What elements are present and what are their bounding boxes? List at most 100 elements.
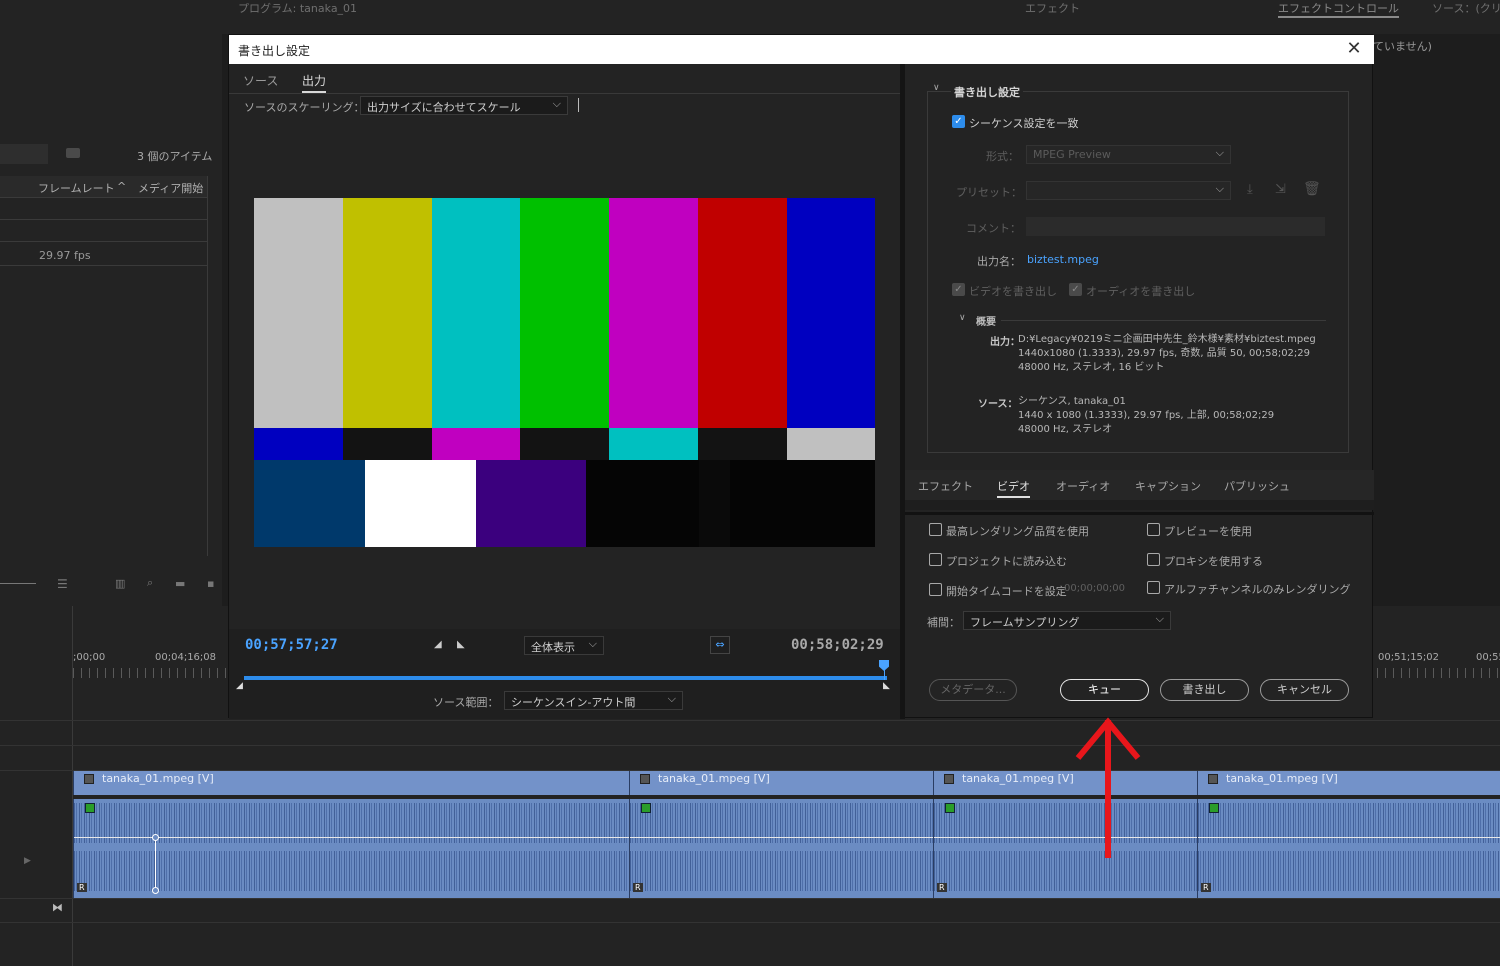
project-search-input[interactable] (0, 144, 48, 164)
start-timecode-input[interactable]: 00;00;00;00 (1064, 583, 1125, 594)
no-clip-text: ていません) (1373, 40, 1432, 53)
save-preset-icon[interactable]: ⤓ (1247, 182, 1253, 197)
queue-button[interactable]: キュー (1060, 679, 1149, 701)
tab-output[interactable]: 出力 (302, 72, 327, 93)
colorbars-top (254, 198, 875, 428)
source-range-value: シーケンスイン-アウト間 (511, 696, 636, 709)
new-item-icon[interactable]: ▪ (207, 577, 214, 590)
col-framerate[interactable]: フレームレート (38, 180, 115, 196)
keyframe[interactable] (152, 834, 159, 841)
splitter[interactable] (905, 512, 1374, 515)
bin-icon[interactable] (66, 148, 80, 158)
start-timecode-checkbox[interactable] (929, 583, 942, 596)
import-into-project-checkbox[interactable] (929, 553, 942, 566)
metadata-button[interactable]: メタデータ... (929, 679, 1017, 701)
tab-source[interactable]: ソース (243, 72, 278, 89)
col-media-start[interactable]: メディア開始 (138, 180, 203, 196)
interpolation-value: フレームサンプリング (970, 616, 1080, 629)
fx-icon (944, 774, 954, 784)
project-row[interactable] (0, 198, 207, 220)
fx-icon (84, 774, 94, 784)
effect-controls-panel-title[interactable]: エフェクトコントロール (1278, 0, 1399, 18)
max-render-quality-checkbox[interactable] (929, 523, 942, 536)
export-video-label: ビデオを書き出し (969, 285, 1057, 298)
audio-clip[interactable]: R (1197, 799, 1500, 898)
track-divider (0, 720, 1500, 721)
comment-input[interactable] (1026, 217, 1325, 236)
clip-r-marker: R (633, 883, 643, 892)
automate-icon[interactable]: ▥ (115, 577, 125, 590)
preset-label: プリセット： (956, 186, 1022, 199)
timecode-out[interactable]: 00;58;02;29 (791, 637, 884, 653)
set-out-icon[interactable]: ◣ (457, 639, 465, 650)
track-resize-icon[interactable]: ⧓ (52, 901, 63, 914)
audio-clip[interactable]: R (629, 799, 933, 898)
export-video-checkbox[interactable]: ✓ (952, 283, 965, 296)
video-clip[interactable]: tanaka_01.mpeg [V] (1197, 771, 1500, 795)
aspect-correction-icon[interactable]: ⇔ (710, 636, 730, 654)
source-range-bar[interactable] (244, 676, 887, 680)
tab-captions[interactable]: キャプション (1135, 478, 1201, 494)
tab-effects[interactable]: エフェクト (918, 478, 973, 494)
effects-panel-title[interactable]: エフェクト (1025, 0, 1080, 16)
colorbar-swatch (365, 460, 476, 547)
interpolation-dropdown[interactable]: フレームサンプリング (963, 611, 1171, 630)
audio-clip[interactable]: R (933, 799, 1197, 898)
keyframe[interactable] (152, 887, 159, 894)
volume-rubberband[interactable] (934, 837, 1197, 838)
zoom-dropdown[interactable]: 全体表示 (524, 636, 604, 655)
source-panel-title[interactable]: ソース：(クリ (1432, 0, 1500, 16)
use-proxies-checkbox[interactable] (1147, 553, 1160, 566)
tab-publish[interactable]: パブリッシュ (1224, 478, 1290, 494)
sort-up-icon[interactable]: ^ (117, 180, 126, 193)
close-icon[interactable]: ✕ (1344, 39, 1364, 59)
find-icon[interactable]: ⌕ (147, 576, 153, 590)
chevron-down-icon[interactable]: ∨ (959, 313, 966, 323)
video-clip[interactable]: tanaka_01.mpeg [V] (629, 771, 933, 795)
track-expand-icon[interactable]: ▶ (24, 856, 31, 866)
list-view-icon[interactable]: ☰ (57, 577, 68, 591)
output-name-link[interactable]: biztest.mpeg (1027, 253, 1099, 266)
colorbar-swatch (520, 428, 609, 460)
summary-line: 1440x1080 (1.3333), 29.97 fps, 奇数, 品質 50… (1018, 348, 1311, 359)
tab-video[interactable]: ビデオ (997, 478, 1030, 498)
video-clip[interactable]: tanaka_01.mpeg [V] (933, 771, 1197, 795)
cancel-button[interactable]: キャンセル (1260, 679, 1349, 701)
colorbar-swatch (476, 460, 586, 547)
in-point-handle[interactable]: ◢ (236, 681, 243, 691)
alpha-only-label: アルファチャンネルのみレンダリング (1164, 583, 1351, 596)
new-bin-icon[interactable]: ▬ (175, 577, 185, 590)
export-settings-dialog: 書き出し設定 ✕ ソース 出力 ソースのスケーリング： 出力サイズに合わせてスケ… (228, 34, 1374, 719)
volume-rubberband[interactable] (630, 837, 933, 838)
volume-rubberband[interactable] (1198, 837, 1500, 838)
trash-icon[interactable]: 🗑 (1303, 181, 1321, 197)
zoom-slider[interactable] (0, 583, 36, 584)
summary-line: 48000 Hz, ステレオ (1018, 424, 1113, 435)
summary-line: D:¥Legacy¥0219ミニ企画田中先生_鈴木様¥素材¥biztest.mp… (1018, 334, 1316, 345)
pane-splitter[interactable] (900, 64, 905, 719)
divider (229, 93, 900, 94)
preset-dropdown[interactable] (1026, 181, 1231, 200)
colorbars-middle (254, 428, 875, 460)
summary-line: 48000 Hz, ステレオ, 16 ビット (1018, 362, 1165, 373)
project-row[interactable] (0, 244, 207, 266)
video-clip[interactable]: tanaka_01.mpeg [V] (73, 771, 629, 795)
out-point-handle[interactable]: ◣ (883, 681, 890, 691)
track-divider (0, 745, 1500, 746)
project-row[interactable] (0, 220, 207, 242)
scaling-dropdown[interactable]: 出力サイズに合わせてスケール (360, 96, 568, 115)
program-panel-title[interactable]: プログラム: tanaka_01 (238, 0, 357, 16)
timecode-in[interactable]: 00;57;57;27 (245, 637, 338, 653)
import-preset-icon[interactable]: ⇲ (1275, 182, 1286, 197)
alpha-only-checkbox[interactable] (1147, 581, 1160, 594)
export-button[interactable]: 書き出し (1160, 679, 1249, 701)
source-range-dropdown[interactable]: シーケンスイン-アウト間 (504, 691, 683, 710)
tab-audio[interactable]: オーディオ (1056, 478, 1110, 494)
set-in-icon[interactable]: ◢ (434, 639, 442, 650)
audio-clip[interactable]: R (73, 799, 629, 898)
use-previews-checkbox[interactable] (1147, 523, 1160, 536)
match-sequence-checkbox[interactable]: ✓ (952, 115, 965, 128)
chevron-down-icon[interactable]: ∨ (933, 83, 940, 93)
format-dropdown[interactable]: MPEG Preview (1026, 145, 1231, 164)
export-audio-checkbox[interactable]: ✓ (1069, 283, 1082, 296)
